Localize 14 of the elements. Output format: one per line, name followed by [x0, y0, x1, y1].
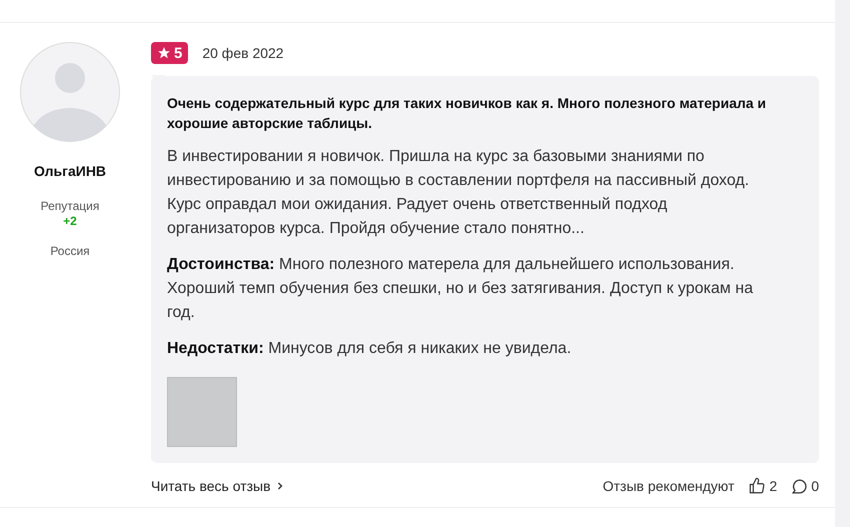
- review-text: В инвестировании я новичок. Пришла на курс за базовыми знаниями по инвестированию и за помощью в составлении портфеля на пассивный доход. Курс оправдал мои ожидания. Радует очень ответственный подход организаторов курса. Пройдя обучение стало понятно...: [167, 147, 750, 239]
- review-title: Очень содержательный курс для таких новичков как я. Много полезного материала и хорошие авторские таблицы.: [167, 94, 768, 133]
- reputation-value: +2: [63, 214, 77, 228]
- author-name[interactable]: ОльгаИНВ: [34, 163, 106, 179]
- review-cons: Недостатки: Минусов для себя я никаких не увидела.: [167, 339, 572, 359]
- author-country: Россия: [50, 244, 90, 258]
- read-more-link[interactable]: Читать весь отзыв: [151, 478, 285, 494]
- reputation-label: Репутация: [40, 199, 100, 213]
- comments-button[interactable]: 0: [791, 478, 819, 494]
- rating-badge: 5: [151, 42, 188, 64]
- review-pros: Достоинства: Много полезного матерела для дальнейшего использования. Хороший темп обучения без спешки, но и без затягивания. Доступ к урокам на год.: [167, 255, 754, 323]
- recommend-label: Отзыв рекомендуют: [602, 478, 734, 494]
- like-button[interactable]: 2: [748, 477, 778, 495]
- review-date: 20 фев 2022: [202, 45, 284, 61]
